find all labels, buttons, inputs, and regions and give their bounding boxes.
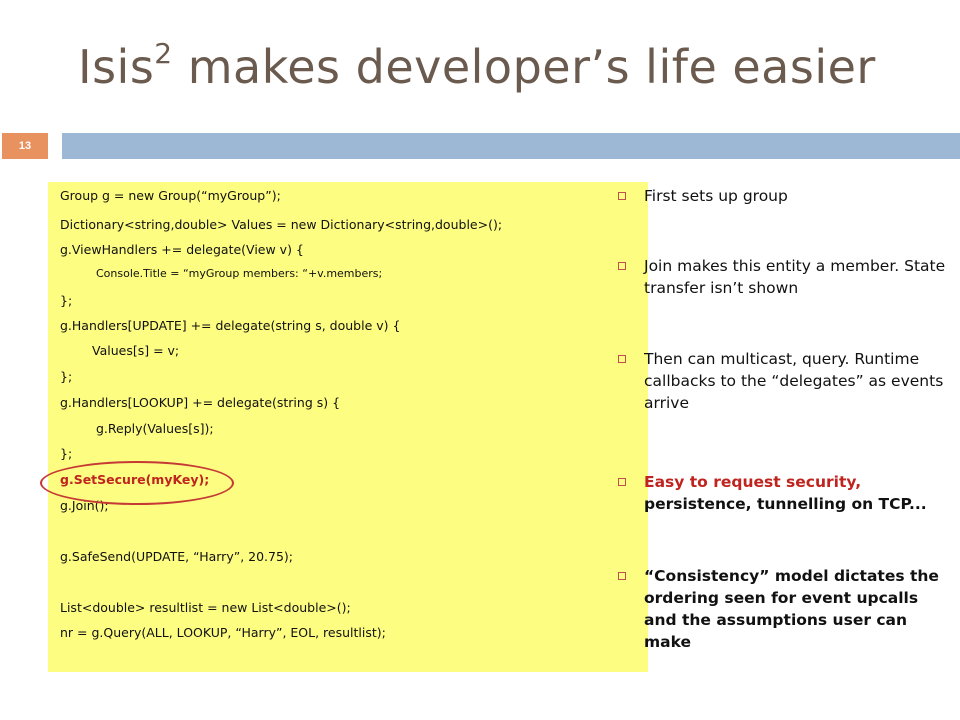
code-line-2: Dictionary<string,double> Values = new D… — [60, 217, 503, 232]
highlight-ellipse — [40, 461, 234, 505]
hollow-square-bullet-icon — [618, 572, 626, 580]
bullet-text: Join makes this entity a member. State t… — [644, 257, 946, 297]
slide-title-rest: makes developer’s life easier — [172, 40, 876, 94]
bullet-text: First sets up group — [644, 187, 788, 205]
bullet-item: Then can multicast, query. Runtime callb… — [618, 348, 956, 414]
code-line-3: g.ViewHandlers += delegate(View v) { — [60, 242, 304, 257]
hollow-square-bullet-icon — [618, 355, 626, 363]
title-bar — [62, 133, 960, 159]
bullet-item: First sets up group — [618, 185, 956, 207]
bullet-item: “Consistency” model dictates the orderin… — [618, 565, 956, 653]
code-line-16: nr = g.Query(ALL, LOOKUP, “Harry”, EOL, … — [60, 625, 386, 640]
code-line-14: g.SafeSend(UPDATE, “Harry”, 20.75); — [60, 549, 294, 564]
slide-number: 13 — [18, 140, 32, 152]
bullet-text-rest: persistence, tunnelling on TCP... — [644, 495, 927, 513]
hollow-square-bullet-icon — [618, 192, 626, 200]
hollow-square-bullet-icon — [618, 478, 626, 486]
bullet-item: Easy to request security, persistence, t… — [618, 471, 956, 515]
slide-title-main: Isis — [78, 40, 155, 94]
slide-title-superscript: 2 — [154, 36, 173, 70]
slide-title: Isis2 makes developer’s life easier — [78, 36, 876, 94]
bullet-text: Easy to request security, persistence, t… — [644, 471, 956, 515]
hollow-square-bullet-icon — [618, 262, 626, 270]
code-line-10: g.Reply(Values[s]); — [96, 421, 214, 436]
code-line-15: List<double> resultlist = new List<doubl… — [60, 600, 351, 615]
code-line-6: g.Handlers[UPDATE] += delegate(string s,… — [60, 318, 401, 333]
bullet-item: Join makes this entity a member. State t… — [618, 255, 956, 299]
code-line-8: }; — [60, 369, 73, 384]
bullet-text: “Consistency” model dictates the orderin… — [644, 567, 939, 651]
code-line-11: }; — [60, 446, 73, 461]
bullet-text: Then can multicast, query. Runtime callb… — [644, 350, 944, 412]
code-line-9: g.Handlers[LOOKUP] += delegate(string s)… — [60, 395, 341, 410]
code-line-5: }; — [60, 293, 73, 308]
code-line-1: Group g = new Group(“myGroup”); — [60, 188, 281, 203]
slide-number-box: 13 — [2, 133, 48, 159]
code-line-4: Console.Title = “myGroup members: “+v.me… — [96, 267, 383, 280]
code-line-7: Values[s] = v; — [92, 343, 180, 358]
bullet-text-highlight: Easy to request security, — [644, 473, 862, 491]
